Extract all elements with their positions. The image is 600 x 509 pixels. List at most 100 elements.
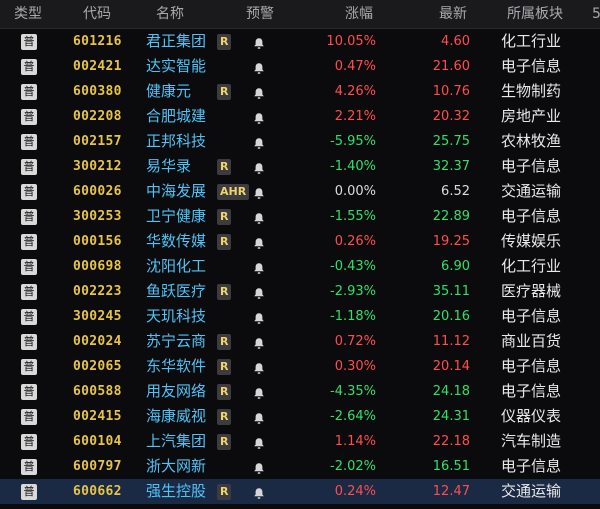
alert-cell[interactable] [253, 129, 269, 154]
last-price: 11.12 [432, 334, 470, 349]
table-row[interactable]: 普 002415 海康威视 R -2.64% 24.31 仪器仪表 [0, 404, 600, 429]
header-name[interactable]: 名称 [156, 0, 184, 28]
last-price: 32.37 [432, 159, 470, 174]
type-badge: 普 [21, 359, 37, 375]
stock-name[interactable]: 君正集团 [146, 29, 206, 54]
last-price: 12.47 [432, 484, 470, 499]
stock-name[interactable]: 苏宁云商 [146, 329, 206, 354]
table-row[interactable]: 普 600380 健康元 R 4.26% 10.76 生物制药 [0, 79, 600, 104]
table-row[interactable]: 普 600588 用友网络 R -4.35% 24.18 电子信息 [0, 379, 600, 404]
stock-name[interactable]: 卫宁健康 [146, 204, 206, 229]
last-price: 6.90 [441, 259, 470, 274]
header-next-column[interactable]: 5 [592, 0, 600, 28]
table-row[interactable]: 普 002208 合肥城建 2.21% 20.32 房地产业 [0, 104, 600, 129]
alert-cell[interactable] [253, 429, 269, 454]
stock-name[interactable]: 强生控股 [146, 479, 206, 504]
table-row[interactable]: 普 002223 鱼跃医疗 R -2.93% 35.11 医疗器械 [0, 279, 600, 304]
alert-cell[interactable] [253, 479, 269, 504]
table-row[interactable]: 普 600797 浙大网新 -2.02% 16.51 电子信息 [0, 454, 600, 479]
header-alert[interactable]: 预警 [246, 0, 274, 28]
header-type[interactable]: 类型 [14, 0, 42, 28]
type-badge: 普 [21, 334, 37, 350]
table-row[interactable]: 普 600104 上汽集团 R 1.14% 22.18 汽车制造 [0, 429, 600, 454]
alert-cell[interactable] [253, 79, 269, 104]
stock-name[interactable]: 鱼跃医疗 [146, 279, 206, 304]
alert-cell[interactable] [253, 154, 269, 179]
table-row[interactable]: 普 002065 东华软件 R 0.30% 20.14 电子信息 [0, 354, 600, 379]
alert-cell[interactable] [253, 329, 269, 354]
stock-code: 600588 [73, 384, 122, 399]
alert-cell[interactable] [253, 54, 269, 79]
stock-name[interactable]: 华数传媒 [146, 229, 206, 254]
sector: 房地产业 [501, 107, 562, 125]
stock-name[interactable]: 合肥城建 [146, 104, 206, 129]
stock-name[interactable]: 东华软件 [146, 354, 206, 379]
table-row[interactable]: 普 002157 正邦科技 -5.95% 25.75 农林牧渔 [0, 129, 600, 154]
stock-name[interactable]: 浙大网新 [146, 454, 206, 479]
table-row[interactable]: 普 601216 君正集团 R 10.05% 4.60 化工行业 [0, 29, 600, 54]
alert-cell[interactable] [253, 204, 269, 229]
alert-cell[interactable] [253, 104, 269, 129]
change-percent: -2.93% [330, 284, 376, 299]
table-row[interactable]: 普 600026 中海发展 AHR 0.00% 6.52 交通运输 [0, 179, 600, 204]
header-last[interactable]: 最新 [439, 0, 467, 28]
alert-cell[interactable] [253, 254, 269, 279]
stock-name[interactable]: 用友网络 [146, 379, 206, 404]
alert-cell[interactable] [253, 454, 269, 479]
header-sector[interactable]: 所属板块 [507, 0, 563, 28]
last-price: 25.75 [432, 134, 470, 149]
alert-cell[interactable] [253, 304, 269, 329]
stock-name[interactable]: 正邦科技 [146, 129, 206, 154]
type-cell: 普 [21, 479, 41, 504]
alert-cell[interactable] [253, 354, 269, 379]
stock-watchlist-grid: 类型 代码 名称 预警 涨幅 最新 所属板块 5 普 601216 君正集团 R 10.… [0, 0, 600, 504]
rights-badge-cell: AHR [217, 179, 250, 204]
rights-badge: R [217, 384, 232, 400]
stock-code: 601216 [73, 34, 122, 49]
table-row[interactable]: 普 300212 易华录 R -1.40% 32.37 电子信息 [0, 154, 600, 179]
header-code[interactable]: 代码 [83, 0, 111, 28]
type-cell: 普 [21, 404, 41, 429]
sector: 化工行业 [501, 32, 562, 50]
alert-cell[interactable] [253, 404, 269, 429]
stock-name[interactable]: 易华录 [146, 154, 191, 179]
table-row[interactable]: 普 002024 苏宁云商 R 0.72% 11.12 商业百货 [0, 329, 600, 354]
alert-cell[interactable] [253, 379, 269, 404]
table-row[interactable]: 普 300253 卫宁健康 R -1.55% 22.89 电子信息 [0, 204, 600, 229]
alert-cell[interactable] [253, 279, 269, 304]
change-percent: 10.05% [326, 34, 376, 49]
stock-name[interactable]: 海康威视 [146, 404, 206, 429]
last-price: 21.60 [432, 59, 470, 74]
table-row[interactable]: 普 000698 沈阳化工 -0.43% 6.90 化工行业 [0, 254, 600, 279]
change-percent: 0.47% [334, 59, 376, 74]
stock-name[interactable]: 达实智能 [146, 54, 206, 79]
stock-name[interactable]: 中海发展 [146, 179, 206, 204]
header-change[interactable]: 涨幅 [345, 0, 373, 28]
rights-badge: R [217, 284, 232, 300]
alert-cell[interactable] [253, 179, 269, 204]
rights-badge: R [217, 234, 232, 250]
rights-badge: R [217, 359, 232, 375]
change-percent: -5.95% [330, 134, 376, 149]
stock-name[interactable]: 沈阳化工 [146, 254, 206, 279]
type-cell: 普 [21, 304, 41, 329]
type-cell: 普 [21, 454, 41, 479]
change-percent: 0.00% [334, 184, 376, 199]
stock-name[interactable]: 上汽集团 [146, 429, 206, 454]
stock-name[interactable]: 天玑科技 [146, 304, 206, 329]
type-cell: 普 [21, 329, 41, 354]
stock-code: 600662 [73, 484, 122, 499]
alert-cell[interactable] [253, 229, 269, 254]
sector: 电子信息 [501, 57, 562, 75]
table-row[interactable]: 普 600662 强生控股 R 0.24% 12.47 交通运输 [0, 479, 600, 504]
rights-badge: R [217, 334, 232, 350]
type-cell: 普 [21, 379, 41, 404]
table-row[interactable]: 普 002421 达实智能 0.47% 21.60 电子信息 [0, 54, 600, 79]
table-row[interactable]: 普 000156 华数传媒 R 0.26% 19.25 传媒娱乐 [0, 229, 600, 254]
change-percent: -4.35% [330, 384, 376, 399]
alert-cell[interactable] [253, 29, 269, 54]
table-row[interactable]: 普 300245 天玑科技 -1.18% 20.16 电子信息 [0, 304, 600, 329]
bell-icon[interactable] [253, 484, 265, 509]
rights-badge: AHR [217, 184, 250, 200]
stock-name[interactable]: 健康元 [146, 79, 191, 104]
